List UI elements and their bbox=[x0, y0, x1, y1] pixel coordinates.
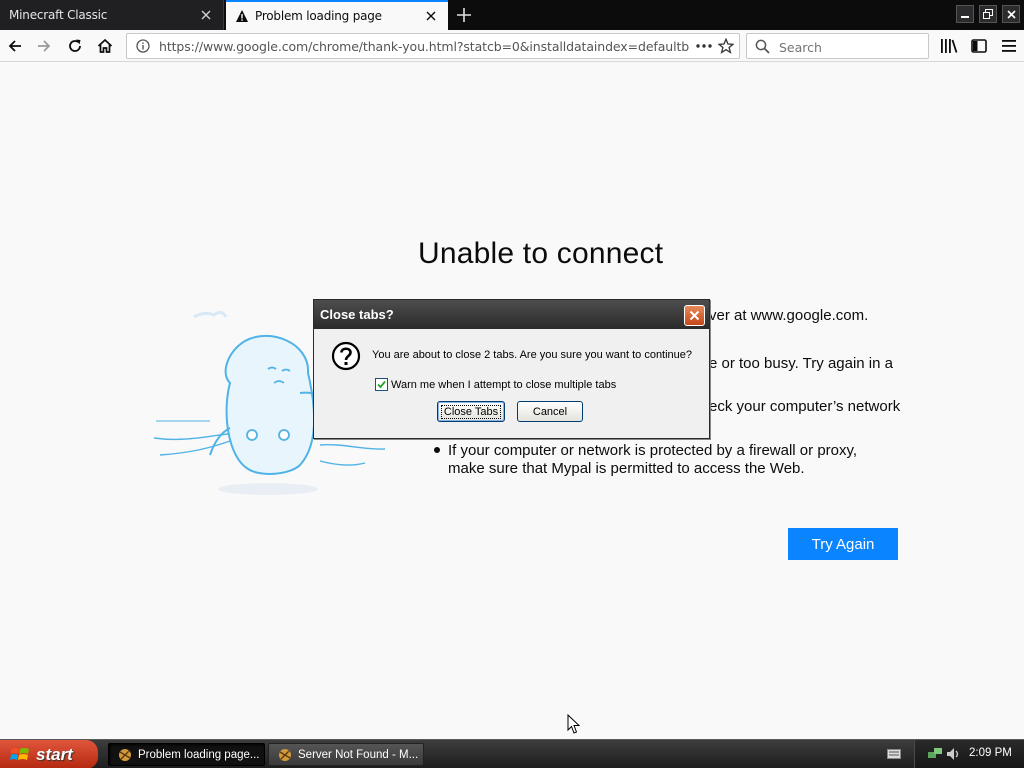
error-text-line: ver at www.google.com. bbox=[709, 307, 869, 324]
close-icon[interactable] bbox=[197, 6, 215, 24]
dialog-body: You are about to close 2 tabs. Are you s… bbox=[314, 329, 709, 438]
tab-problem-loading[interactable]: Problem loading page bbox=[226, 0, 448, 30]
dialog-title: Close tabs? bbox=[320, 307, 394, 322]
navigation-toolbar: https://www.google.com/chrome/thank-you.… bbox=[0, 30, 1024, 62]
dialog-close-button[interactable] bbox=[684, 305, 705, 326]
close-icon[interactable] bbox=[422, 7, 440, 25]
menu-button[interactable] bbox=[997, 34, 1021, 58]
bookmark-button[interactable] bbox=[715, 36, 737, 56]
warn-checkbox[interactable] bbox=[375, 378, 388, 391]
close-icon bbox=[689, 310, 700, 321]
taskbar-item-server-not-found[interactable]: Server Not Found - M... bbox=[268, 743, 424, 766]
home-icon bbox=[97, 38, 113, 53]
taskbar-item-label: Problem loading page... bbox=[138, 748, 260, 761]
window-close-button[interactable] bbox=[1002, 5, 1020, 23]
taskbar-item-label: Server Not Found - M... bbox=[298, 748, 419, 761]
close-tabs-button[interactable]: Close Tabs bbox=[437, 401, 505, 422]
browser-icon bbox=[279, 748, 291, 761]
new-tab-button[interactable] bbox=[451, 3, 477, 27]
search-placeholder: Search bbox=[779, 40, 822, 55]
system-tray: 2:09 PM bbox=[887, 740, 1024, 768]
error-text-line: eck your computer’s network bbox=[709, 398, 901, 415]
checkmark-icon bbox=[377, 380, 386, 389]
info-icon[interactable] bbox=[136, 39, 150, 53]
hamburger-menu-icon bbox=[1002, 40, 1016, 52]
url-bar[interactable]: https://www.google.com/chrome/thank-you.… bbox=[126, 33, 740, 59]
question-icon bbox=[331, 341, 361, 371]
volume-icon[interactable] bbox=[945, 746, 961, 762]
more-dots-icon bbox=[696, 44, 712, 48]
close-tabs-dialog: Close tabs? You are about to close 2 tab… bbox=[313, 299, 710, 439]
error-title: Unable to connect bbox=[418, 237, 664, 270]
forward-arrow-icon bbox=[38, 40, 51, 52]
start-button[interactable]: start bbox=[0, 740, 98, 768]
list-bullet bbox=[434, 447, 440, 453]
dialog-titlebar[interactable]: Close tabs? bbox=[314, 300, 709, 329]
error-text-line: e or too busy. Try again in a bbox=[709, 355, 893, 372]
back-button[interactable] bbox=[3, 34, 27, 58]
star-icon bbox=[718, 38, 734, 54]
taskbar-item-problem-loading[interactable]: Problem loading page... bbox=[108, 743, 265, 766]
error-text-line: If your computer or network is protected… bbox=[448, 442, 858, 459]
tab-strip: Minecraft Classic Problem loading page bbox=[0, 0, 1024, 30]
try-again-button[interactable]: Try Again bbox=[788, 528, 898, 560]
reload-button[interactable] bbox=[63, 34, 87, 58]
page-actions-button[interactable] bbox=[693, 37, 715, 55]
browser-icon bbox=[119, 748, 131, 761]
warn-checkbox-label[interactable]: Warn me when I attempt to close multiple… bbox=[391, 379, 616, 391]
restore-button[interactable] bbox=[979, 5, 997, 23]
cancel-button[interactable]: Cancel bbox=[517, 401, 583, 422]
reload-icon bbox=[69, 39, 81, 52]
library-button[interactable] bbox=[937, 34, 961, 58]
search-icon bbox=[755, 39, 770, 54]
library-icon bbox=[941, 39, 958, 53]
url-text[interactable]: https://www.google.com/chrome/thank-you.… bbox=[159, 39, 689, 54]
sidebar-button[interactable] bbox=[967, 34, 991, 58]
minimize-button[interactable] bbox=[956, 5, 974, 23]
warning-icon bbox=[236, 10, 248, 22]
plus-icon bbox=[457, 8, 471, 22]
clock: 2:09 PM bbox=[969, 747, 1012, 759]
network-icon[interactable] bbox=[927, 746, 943, 762]
sidebar-icon bbox=[971, 39, 987, 53]
start-label: start bbox=[36, 744, 73, 764]
home-button[interactable] bbox=[93, 34, 117, 58]
tab-title: Minecraft Classic bbox=[9, 8, 108, 22]
back-arrow-icon bbox=[8, 40, 21, 52]
search-bar[interactable]: Search bbox=[746, 33, 929, 59]
error-text-line: make sure that Mypal is permitted to acc… bbox=[448, 460, 805, 477]
dialog-message: You are about to close 2 tabs. Are you s… bbox=[372, 349, 693, 361]
forward-button[interactable] bbox=[32, 34, 56, 58]
tab-minecraft-classic[interactable]: Minecraft Classic bbox=[0, 0, 224, 30]
keyboard-icon[interactable] bbox=[887, 748, 901, 760]
tab-title: Problem loading page bbox=[255, 9, 382, 23]
close-tabs-label: Close Tabs bbox=[440, 404, 502, 419]
windows-logo-icon bbox=[10, 747, 29, 760]
mouse-cursor-icon bbox=[567, 714, 581, 734]
taskbar: start Problem loading page... Server Not… bbox=[0, 739, 1024, 768]
